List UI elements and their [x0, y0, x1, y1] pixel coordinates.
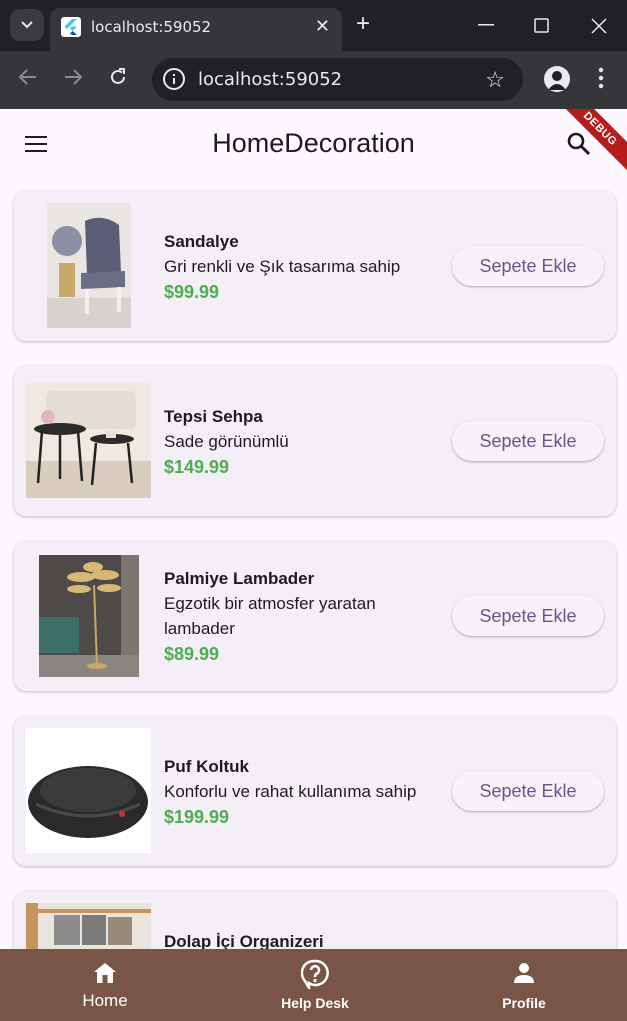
product-name: Sandalye [164, 232, 239, 251]
chevron-down-icon [21, 21, 33, 29]
product-description: Egzotik bir atmosfer yaratan lambader [164, 594, 376, 638]
product-description: Sade görünümlü [164, 432, 289, 451]
product-price: $99.99 [164, 282, 220, 302]
tab-search-button[interactable] [10, 9, 44, 41]
nav-label-profile: Profile [502, 995, 546, 1011]
product-price: $149.99 [164, 457, 230, 477]
close-tab-icon[interactable]: ✕ [315, 17, 330, 35]
app-viewport: HomeDecoration DEBUG Sandalye Gri renkli… [0, 109, 627, 1021]
reload-icon[interactable] [108, 67, 128, 87]
add-to-cart-button[interactable]: Sepete Ekle [452, 421, 604, 461]
nav-label-home: Home [82, 991, 128, 1010]
search-icon[interactable] [566, 131, 592, 157]
browser-toolbar: localhost:59052 ☆ [0, 51, 627, 109]
close-window-icon[interactable] [591, 18, 607, 34]
address-bar[interactable]: localhost:59052 ☆ [152, 58, 523, 101]
product-name: Tepsi Sehpa [164, 407, 263, 426]
product-card: Sandalye Gri renkli ve Şık tasarıma sahi… [14, 191, 616, 341]
product-card: Puf Koltuk Konforlu ve rahat kullanıma s… [14, 716, 616, 866]
profile-avatar-icon[interactable] [544, 66, 570, 92]
product-name: Puf Koltuk [164, 757, 249, 776]
app-bar: HomeDecoration DEBUG [0, 109, 627, 179]
browser-tab[interactable]: localhost:59052 ✕ [50, 8, 342, 51]
product-image-tray-table [26, 378, 151, 503]
tab-title: localhost:59052 [91, 18, 212, 36]
bookmark-star-icon[interactable]: ☆ [485, 67, 505, 93]
minimize-icon[interactable] [478, 24, 494, 26]
product-card: Palmiye Lambader Egzotik bir atmosfer ya… [14, 541, 616, 691]
product-price: $89.99 [164, 644, 220, 664]
nav-label-help-desk: Help Desk [281, 995, 349, 1011]
add-to-cart-button[interactable]: Sepete Ekle [452, 771, 604, 811]
help-icon [301, 959, 329, 989]
nav-help-desk[interactable]: Help Desk [255, 949, 375, 1021]
page-title: HomeDecoration [212, 128, 415, 158]
browser-tab-bar: localhost:59052 ✕ + [0, 0, 627, 51]
product-description: Konforlu ve rahat kullanıma sahip [164, 782, 417, 801]
nav-profile[interactable]: Profile [474, 949, 574, 1021]
add-to-cart-button[interactable]: Sepete Ekle [452, 596, 604, 636]
product-image-chair [26, 203, 151, 328]
product-image-palm-lamp [26, 553, 151, 678]
person-icon [514, 963, 534, 983]
forward-icon[interactable] [63, 67, 83, 87]
product-name: Palmiye Lambader [164, 569, 315, 588]
product-card: Tepsi Sehpa Sade görünümlü $149.99 Sepet… [14, 366, 616, 516]
product-description: Gri renkli ve Şık tasarıma sahip [164, 257, 401, 276]
product-price: $199.99 [164, 807, 230, 827]
site-info-icon[interactable] [163, 68, 185, 90]
new-tab-icon[interactable]: + [356, 12, 370, 36]
flutter-icon [61, 17, 81, 37]
home-icon [94, 963, 116, 983]
back-icon[interactable] [18, 67, 38, 87]
maximize-icon[interactable] [534, 18, 549, 33]
nav-home[interactable]: Home [55, 949, 155, 1021]
browser-menu-icon[interactable] [596, 67, 606, 89]
bottom-navigation: Home Help Desk Profile [0, 949, 627, 1021]
add-to-cart-button[interactable]: Sepete Ekle [452, 246, 604, 286]
product-image-bean-bag [26, 728, 151, 853]
url-text: localhost:59052 [198, 69, 343, 90]
